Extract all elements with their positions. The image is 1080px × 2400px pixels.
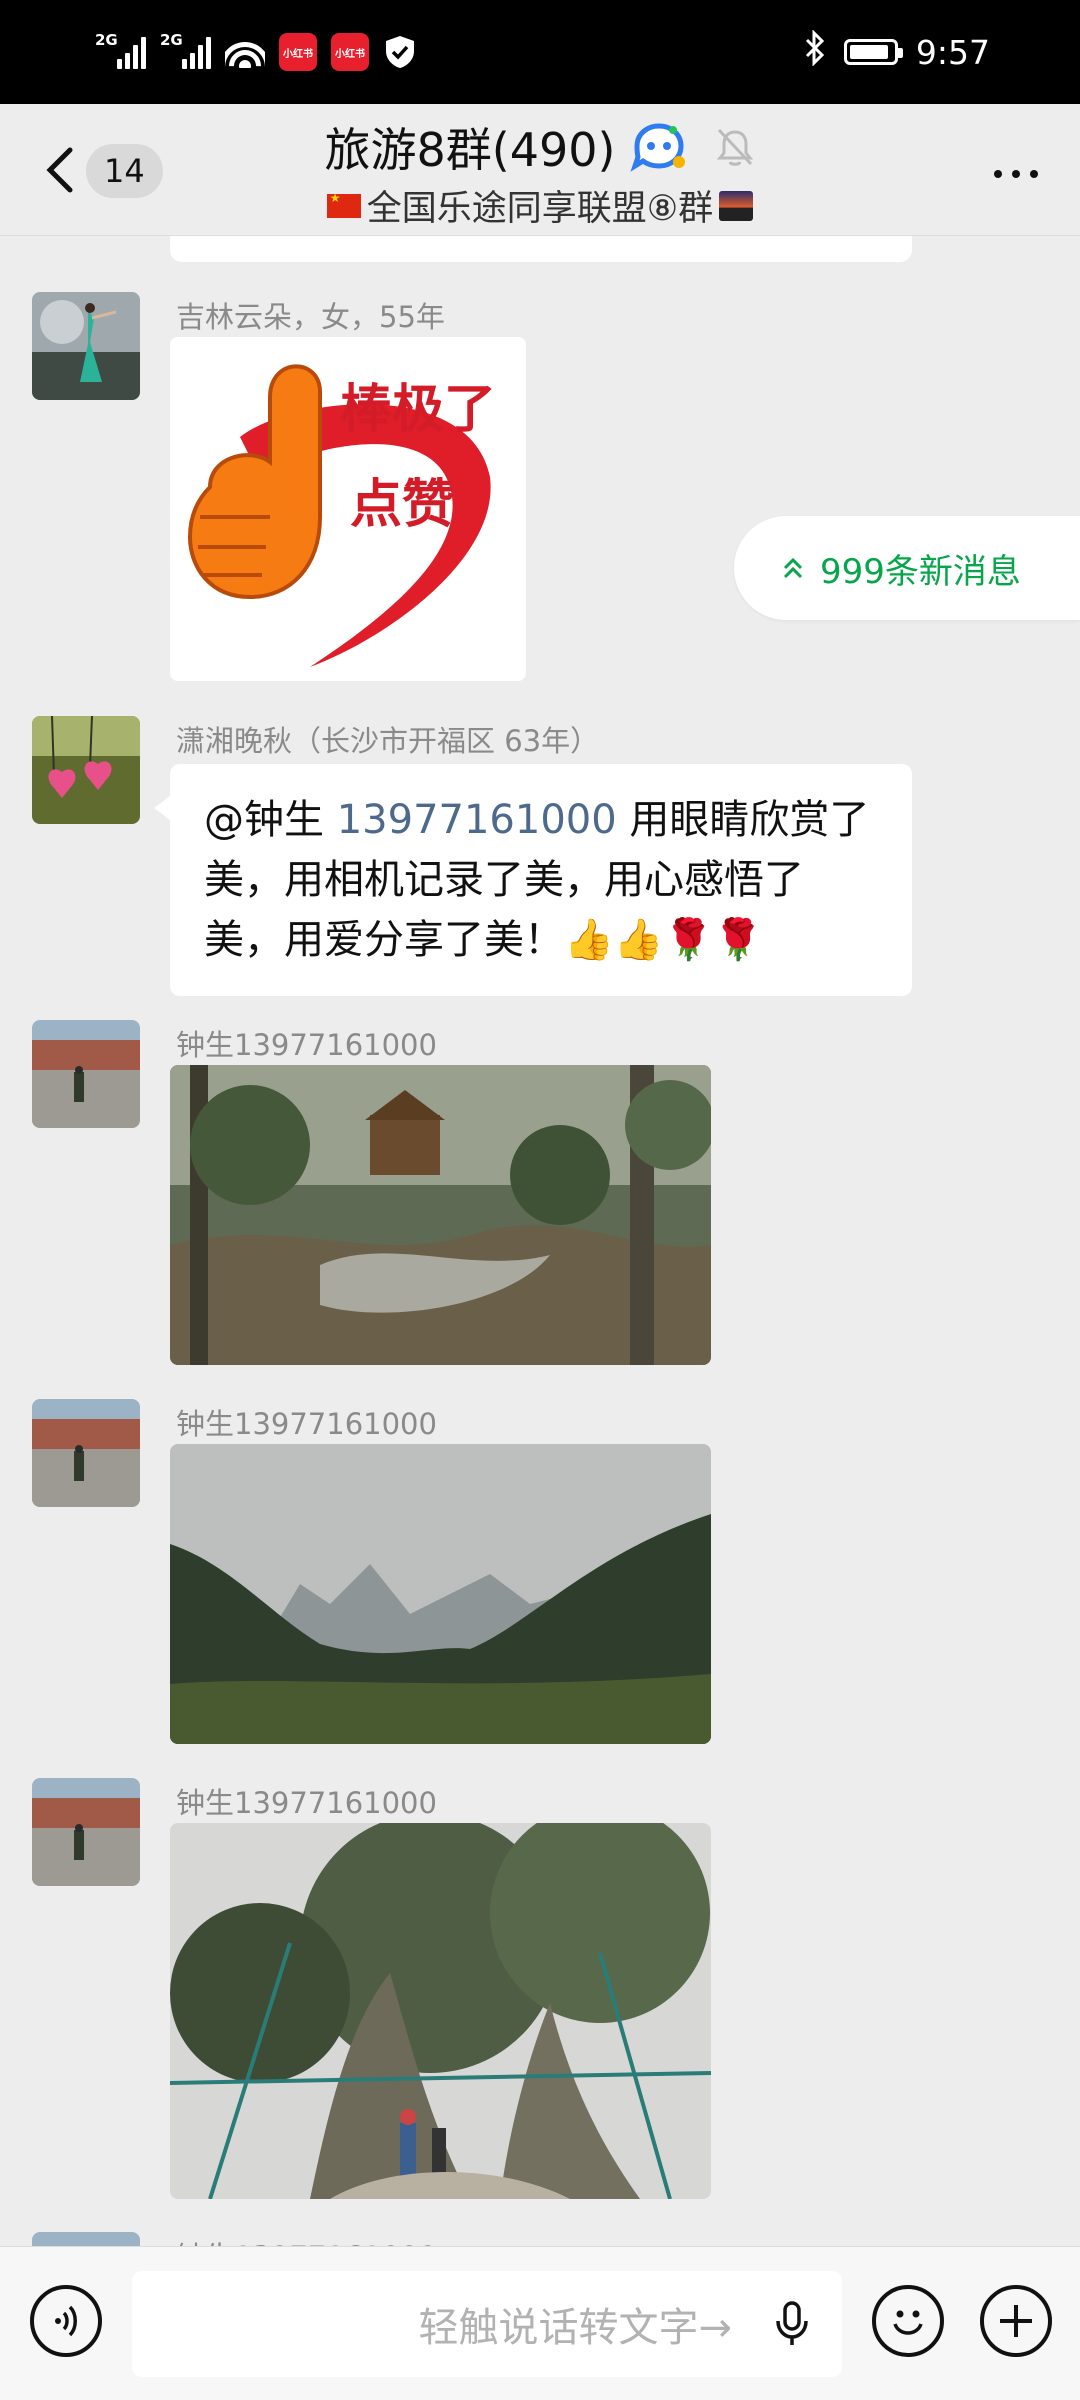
more-dots-icon[interactable] — [994, 170, 1038, 178]
bluetooth-icon — [804, 29, 826, 74]
battery-icon — [843, 39, 903, 65]
robot-icon[interactable] — [629, 122, 687, 172]
photo-karst-mountains[interactable] — [170, 1444, 711, 1744]
group-description: 全国乐途同享联盟⑧群 — [366, 189, 714, 229]
microphone-icon[interactable] — [772, 2299, 812, 2349]
avatar[interactable] — [32, 716, 140, 824]
sunset-icon — [719, 190, 754, 221]
app-notification-icon: 小红书 — [331, 33, 369, 71]
sender-name: 钟生13977161000 — [176, 1786, 437, 1820]
sticker-image[interactable]: 棒极了 点赞 — [170, 337, 526, 681]
sticker-caption: 点赞 — [350, 476, 454, 534]
emoji-icon[interactable] — [872, 2285, 944, 2357]
avatar[interactable] — [32, 292, 140, 400]
bell-muted-icon — [717, 128, 754, 166]
plus-icon[interactable] — [980, 2285, 1052, 2357]
avatar[interactable] — [32, 1020, 140, 1128]
chat-subtitle: 全国乐途同享联盟⑧群 — [0, 180, 1080, 231]
sender-name: 潇湘晚秋（长沙市开福区 63年） — [176, 724, 600, 758]
clock: 9:57 — [915, 32, 990, 72]
sender-name: 钟生13977161000 — [176, 1028, 437, 1062]
avatar[interactable] — [32, 1778, 140, 1886]
signal-icon: 2G — [160, 31, 211, 69]
sender-name: 吉林云朵，女，55年 — [176, 300, 445, 334]
chat-title[interactable]: 旅游8群(490) — [325, 114, 616, 180]
input-bar: 轻触说话转文字→ — [0, 2246, 1080, 2400]
text-message-bubble[interactable]: @钟生 13977161000 用眼睛欣赏了美，用相机记录了美，用心感悟了美，用… — [154, 764, 912, 996]
sender-name: 钟生13977161000 — [176, 2234, 437, 2246]
photo-banyan-tree[interactable] — [170, 1823, 711, 2199]
sender-name: 钟生13977161000 — [176, 1407, 437, 1441]
input-placeholder: 轻触说话转文字→ — [418, 2305, 732, 2351]
chat-message-list[interactable]: 吉林云朵，女，55年 棒极了 点赞 潇湘晚秋（长沙市开福区 63年） @钟生 1… — [0, 236, 1080, 2246]
chat-header: 14 旅游8群(490) 全国乐途同享联盟⑧群 — [0, 104, 1080, 236]
network-type-label: 2G — [160, 31, 183, 49]
double-chevron-up-icon — [783, 557, 803, 579]
mention[interactable]: @钟生 — [204, 797, 324, 843]
signal-icon: 2G — [95, 31, 146, 69]
previous-message-bubble[interactable] — [170, 236, 912, 262]
app-notification-icon: 小红书 — [279, 33, 317, 71]
sticker-caption: 棒极了 — [340, 381, 496, 439]
wifi-icon — [225, 36, 265, 68]
network-type-label: 2G — [95, 31, 118, 49]
new-messages-label: 999条新消息 — [820, 551, 1021, 592]
photo-forest-stream[interactable] — [170, 1065, 711, 1365]
shield-icon — [386, 36, 414, 68]
avatar[interactable] — [32, 2232, 140, 2246]
new-messages-button[interactable]: 999条新消息 — [734, 516, 1080, 620]
avatar[interactable] — [32, 1399, 140, 1507]
voice-icon[interactable] — [30, 2285, 102, 2357]
china-flag-icon — [326, 191, 361, 218]
status-bar: 2G 2G 小红书 小红书 9:57 — [0, 0, 1080, 104]
message-input[interactable]: 轻触说话转文字→ — [132, 2271, 842, 2377]
phone-number-link[interactable]: 13977161000 — [337, 797, 617, 843]
